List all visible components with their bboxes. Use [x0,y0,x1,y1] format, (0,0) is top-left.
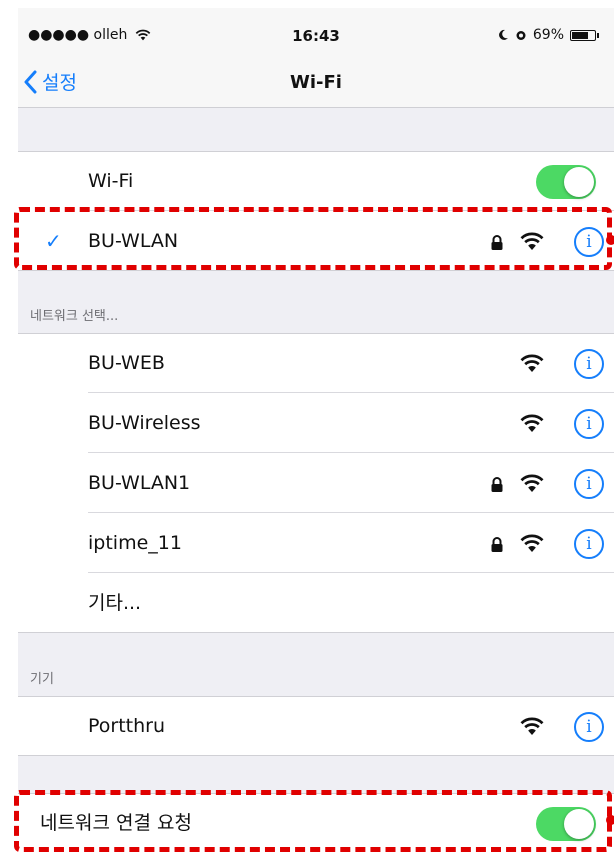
devices-header: 기기 [30,672,54,687]
alarm-icon [516,31,526,40]
status-right: 69% [497,27,599,43]
network-row[interactable]: BU-WEB i [18,333,614,393]
wifi-toggle-row: Wi-Fi [18,151,614,211]
connected-network-name: BU-WLAN [88,230,179,252]
connected-network-row[interactable]: ✓ BU-WLAN i [18,211,614,271]
info-icon[interactable]: i [574,227,604,257]
device-row[interactable]: Portthru i [18,696,614,756]
choose-network-header: 네트워크 선택... [30,309,119,324]
network-name: BU-WEB [88,352,165,374]
other-network-row[interactable]: 기타... [18,573,614,633]
lock-icon [491,537,503,552]
info-icon[interactable]: i [574,469,604,499]
wifi-icon [520,534,544,552]
other-network-label: 기타... [88,592,142,614]
wifi-icon [520,354,544,372]
network-row[interactable]: iptime_11 i [18,513,614,573]
network-row[interactable]: BU-WLAN1 i [18,453,614,513]
network-name: BU-WLAN1 [88,472,191,494]
wifi-icon [520,414,544,432]
ask-to-join-row: 네트워크 연결 요청 [18,793,614,853]
annotation-dot [606,815,614,825]
settings-screen: ●●●●● olleh 16:43 69% 설정 Wi-Fi Wi-Fi ✓ B… [18,8,614,853]
lock-icon [491,235,503,250]
device-name: Portthru [88,715,166,737]
ask-to-join-label: 네트워크 연결 요청 [40,812,192,834]
annotation-dot [606,235,614,245]
wifi-toggle-label: Wi-Fi [88,170,134,192]
info-icon[interactable]: i [574,529,604,559]
status-bar: ●●●●● olleh 16:43 69% [18,8,614,60]
info-icon[interactable]: i [574,409,604,439]
lock-icon [491,477,503,492]
page-title: Wi-Fi [290,72,342,93]
ask-to-join-toggle[interactable] [536,807,596,841]
wifi-toggle[interactable] [536,165,596,199]
navigation-bar: 설정 Wi-Fi [18,60,614,108]
wifi-icon [520,717,544,735]
info-icon[interactable]: i [574,349,604,379]
info-icon[interactable]: i [574,712,604,742]
battery-icon [570,29,599,41]
moon-icon [498,29,508,40]
wifi-icon [520,232,544,250]
checkmark-icon: ✓ [45,229,62,253]
network-row[interactable]: BU-Wireless i [18,393,614,453]
battery-percent: 69% [532,27,564,43]
network-name: iptime_11 [88,532,182,554]
network-name: BU-Wireless [88,412,201,434]
wifi-icon [520,474,544,492]
